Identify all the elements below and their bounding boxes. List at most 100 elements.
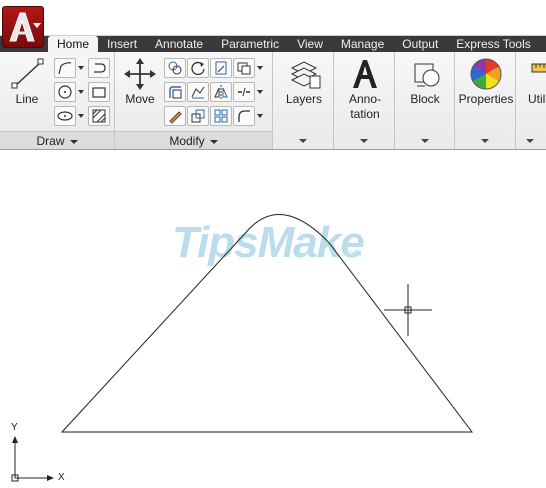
erase-icon: [237, 62, 251, 75]
block-label: Block: [410, 92, 440, 106]
spline-button[interactable]: [88, 58, 110, 78]
circle-button[interactable]: [54, 82, 76, 102]
utilities-panel-expander[interactable]: [516, 131, 546, 149]
tab-parametric[interactable]: Parametric: [212, 36, 288, 52]
ucs-icon: [11, 436, 54, 482]
utilities-button[interactable]: Util: [520, 56, 546, 107]
utilities-panel: Util: [516, 52, 546, 149]
rectangle-button[interactable]: [88, 82, 110, 102]
erase-button[interactable]: [233, 58, 255, 78]
chevron-down-icon: [481, 139, 489, 143]
layers-panel-expander[interactable]: [273, 131, 333, 149]
copy-button[interactable]: [164, 58, 186, 78]
autocad-logo-icon: [9, 12, 35, 42]
ucs-x-label: X: [58, 472, 65, 483]
array-icon: [214, 109, 228, 123]
color-wheel-icon: [470, 58, 502, 90]
tab-express-tools[interactable]: Express Tools: [447, 36, 539, 52]
mirror-icon: [214, 85, 228, 99]
fillet-corner-button[interactable]: [233, 106, 255, 126]
measure-icon: [531, 63, 546, 73]
properties-panel: Properties: [455, 52, 516, 149]
ribbon: Line Draw Move Modify Layers Anno- tatio…: [0, 52, 546, 150]
layers-panel: Layers: [273, 52, 334, 149]
chevron-down-icon: [33, 23, 41, 28]
ribbon-tab-bar: Home Insert Annotate Parametric View Man…: [0, 36, 546, 52]
chevron-down-icon: [360, 139, 368, 143]
rectangle-icon: [92, 87, 106, 98]
properties-button[interactable]: Properties: [457, 56, 515, 107]
annotation-label-line2: tation: [350, 107, 380, 121]
layers-label: Layers: [285, 92, 323, 106]
tab-manage[interactable]: Manage: [332, 36, 393, 52]
chevron-down-icon: [420, 139, 429, 143]
utilities-label: Util: [528, 92, 546, 106]
move-icon: [124, 58, 156, 90]
polyline-dropdown[interactable]: [77, 58, 85, 78]
trim-button[interactable]: [210, 58, 232, 78]
draw-panel-title-text: Draw: [36, 134, 65, 148]
ucs-y-label: Y: [11, 422, 18, 433]
break-dropdown[interactable]: [256, 82, 264, 102]
modify-panel: Move Modify: [115, 52, 273, 149]
move-tool-button[interactable]: Move: [119, 56, 161, 107]
application-menu-button[interactable]: [2, 6, 44, 48]
circle-dropdown[interactable]: [77, 82, 85, 102]
annotation-panel-expander[interactable]: [334, 131, 394, 149]
move-tool-label: Move: [125, 92, 155, 106]
tab-annotate[interactable]: Annotate: [146, 36, 212, 52]
fillet-icon: [169, 86, 182, 99]
block-panel: Block: [395, 52, 455, 149]
ellipse-dropdown[interactable]: [77, 106, 85, 126]
scale-icon: [191, 109, 205, 123]
corner-icon: [238, 110, 250, 122]
drawing-area[interactable]: TipsMake .com Y X: [0, 156, 546, 488]
block-button[interactable]: Block: [400, 56, 450, 107]
line-tool-button[interactable]: Line: [6, 56, 48, 107]
properties-label: Properties: [458, 92, 514, 106]
rotate-button[interactable]: [187, 58, 209, 78]
circle-icon: [58, 85, 72, 99]
drawn-profile-shape[interactable]: [60, 214, 474, 433]
line-tool-label: Line: [15, 92, 39, 106]
fillet-button[interactable]: [164, 82, 186, 102]
modify-panel-title[interactable]: Modify: [115, 131, 272, 149]
hatch-button[interactable]: [88, 106, 110, 126]
erase-dropdown[interactable]: [256, 58, 264, 78]
drawing-canvas: [11, 214, 474, 482]
chevron-down-icon: [209, 139, 218, 144]
modify-panel-title-text: Modify: [169, 134, 205, 148]
array-button[interactable]: [210, 106, 232, 126]
draw-panel-title[interactable]: Draw: [0, 131, 114, 149]
ellipse-icon: [57, 111, 73, 121]
stretch-button[interactable]: [187, 82, 209, 102]
draw-panel: Line Draw: [0, 52, 115, 149]
hatch-icon: [92, 109, 106, 123]
polyline-button[interactable]: [54, 58, 76, 78]
chevron-down-icon: [69, 139, 78, 144]
mirror-button[interactable]: [210, 82, 232, 102]
scale-button[interactable]: [187, 106, 209, 126]
copy-icon: [168, 61, 182, 75]
tab-view[interactable]: View: [288, 36, 332, 52]
tab-insert[interactable]: Insert: [98, 36, 146, 52]
layers-icon: [290, 61, 321, 89]
block-panel-expander[interactable]: [395, 131, 454, 149]
pen-icon: [169, 111, 182, 124]
tab-home[interactable]: Home: [48, 36, 99, 52]
rotate-icon: [191, 61, 205, 76]
annotation-button[interactable]: Anno- tation: [338, 56, 392, 122]
stretch-icon: [191, 86, 205, 99]
block-icon: [414, 63, 440, 87]
tab-output[interactable]: Output: [393, 36, 447, 52]
spline-icon: [94, 63, 106, 73]
layers-button[interactable]: Layers: [279, 56, 329, 107]
fillet-dropdown[interactable]: [256, 106, 264, 126]
ellipse-button[interactable]: [54, 106, 76, 126]
chevron-down-icon: [299, 139, 307, 143]
chevron-down-icon: [526, 139, 534, 143]
break-icon: [238, 87, 250, 97]
properties-panel-expander[interactable]: [455, 131, 515, 149]
break-button[interactable]: [233, 82, 255, 102]
edit-pen-button[interactable]: [164, 106, 186, 126]
